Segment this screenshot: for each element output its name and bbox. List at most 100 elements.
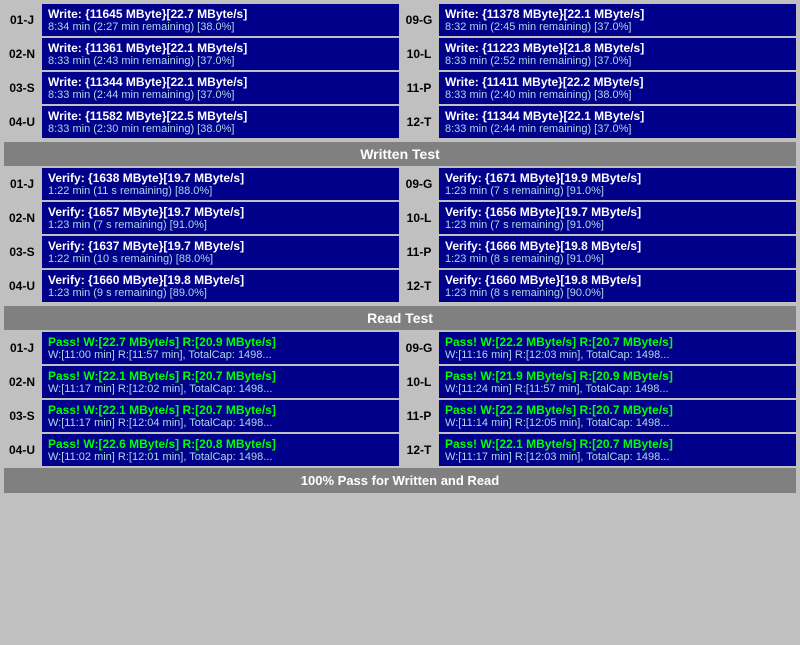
card-line1: Write: {11361 MByte}[22.1 MByte/s] xyxy=(48,41,393,55)
card-line1: Pass! W:[22.1 MByte/s] R:[20.7 MByte/s] xyxy=(445,437,790,451)
card-label: 01-J xyxy=(4,332,40,364)
card-line1: Verify: {1666 MByte}[19.8 MByte/s] xyxy=(445,239,790,253)
card-line2: W:[11:00 min] R:[11:57 min], TotalCap: 1… xyxy=(48,349,393,361)
card-line1: Write: {11344 MByte}[22.1 MByte/s] xyxy=(48,75,393,89)
card-line1: Write: {11645 MByte}[22.7 MByte/s] xyxy=(48,7,393,21)
card-line2: 1:22 min (10 s remaining) [88.0%] xyxy=(48,253,393,265)
card-content: Pass! W:[22.7 MByte/s] R:[20.9 MByte/s]W… xyxy=(42,332,399,364)
card-content: Pass! W:[22.1 MByte/s] R:[20.7 MByte/s]W… xyxy=(439,434,796,466)
card-label: 09-G xyxy=(401,332,437,364)
card-line1: Verify: {1660 MByte}[19.8 MByte/s] xyxy=(48,273,393,287)
card-content: Pass! W:[22.6 MByte/s] R:[20.8 MByte/s]W… xyxy=(42,434,399,466)
card-label: 03-S xyxy=(4,400,40,432)
pass-section: 01-JPass! W:[22.7 MByte/s] R:[20.9 MByte… xyxy=(4,332,796,466)
card-label: 01-J xyxy=(4,4,40,36)
card-row: 12-T Write: {11344 MByte}[22.1 MByte/s]8:… xyxy=(401,106,796,138)
card-row: 11-PWrite: {11411 MByte}[22.2 MByte/s]8:… xyxy=(401,72,796,104)
card-line2: W:[11:14 min] R:[12:05 min], TotalCap: 1… xyxy=(445,417,790,429)
card-line1: Pass! W:[22.7 MByte/s] R:[20.9 MByte/s] xyxy=(48,335,393,349)
card-line1: Pass! W:[22.1 MByte/s] R:[20.7 MByte/s] xyxy=(48,403,393,417)
card-content: Pass! W:[22.1 MByte/s] R:[20.7 MByte/s]W… xyxy=(42,400,399,432)
footer-bar: 100% Pass for Written and Read xyxy=(4,468,796,493)
card-line1: Write: {11582 MByte}[22.5 MByte/s] xyxy=(48,109,393,123)
card-row: 10-LWrite: {11223 MByte}[21.8 MByte/s]8:… xyxy=(401,38,796,70)
card-line2: W:[11:24 min] R:[11:57 min], TotalCap: 1… xyxy=(445,383,790,395)
card-content: Verify: {1638 MByte}[19.7 MByte/s]1:22 m… xyxy=(42,168,399,200)
card-content: Verify: {1656 MByte}[19.7 MByte/s]1:23 m… xyxy=(439,202,796,234)
card-row: 03-SWrite: {11344 MByte}[22.1 MByte/s]8:… xyxy=(4,72,399,104)
card-row: 04-UVerify: {1660 MByte}[19.8 MByte/s]1:… xyxy=(4,270,399,302)
card-line2: 1:23 min (7 s remaining) [91.0%] xyxy=(48,219,393,231)
card-row: 02-NVerify: {1657 MByte}[19.7 MByte/s]1:… xyxy=(4,202,399,234)
card-line2: 8:33 min (2:44 min remaining) [37.0%] xyxy=(48,89,393,101)
card-line1: Write: {11411 MByte}[22.2 MByte/s] xyxy=(445,75,790,89)
card-label: 11-P xyxy=(401,236,437,268)
card-label: 12-T xyxy=(401,106,437,138)
card-row: 01-JVerify: {1638 MByte}[19.7 MByte/s]1:… xyxy=(4,168,399,200)
card-row: 11-PPass! W:[22.2 MByte/s] R:[20.7 MByte… xyxy=(401,400,796,432)
card-content: Write: {11645 MByte}[22.7 MByte/s]8:34 m… xyxy=(42,4,399,36)
card-content: Verify: {1637 MByte}[19.7 MByte/s]1:22 m… xyxy=(42,236,399,268)
card-line1: Verify: {1671 MByte}[19.9 MByte/s] xyxy=(445,171,790,185)
card-line2: 8:33 min (2:52 min remaining) [37.0%] xyxy=(445,55,790,67)
card-row: 12-TPass! W:[22.1 MByte/s] R:[20.7 MByte… xyxy=(401,434,796,466)
card-row: 04-UPass! W:[22.6 MByte/s] R:[20.8 MByte… xyxy=(4,434,399,466)
card-content: Pass! W:[22.2 MByte/s] R:[20.7 MByte/s]W… xyxy=(439,400,796,432)
card-line2: 8:33 min (2:30 min remaining) [38.0%] xyxy=(48,123,393,135)
card-line2: 8:33 min (2:40 min remaining) [38.0%] xyxy=(445,89,790,101)
write-section: 01-JWrite: {11645 MByte}[22.7 MByte/s]8:… xyxy=(4,4,796,166)
card-row: 09-GVerify: {1671 MByte}[19.9 MByte/s]1:… xyxy=(401,168,796,200)
card-content: Pass! W:[22.1 MByte/s] R:[20.7 MByte/s]W… xyxy=(42,366,399,398)
card-content: Pass! W:[21.9 MByte/s] R:[20.9 MByte/s]W… xyxy=(439,366,796,398)
card-label: 09-G xyxy=(401,168,437,200)
card-row: 03-SVerify: {1637 MByte}[19.7 MByte/s]1:… xyxy=(4,236,399,268)
card-content: Write: {11223 MByte}[21.8 MByte/s]8:33 m… xyxy=(439,38,796,70)
card-line2: 1:22 min (11 s remaining) [88.0%] xyxy=(48,185,393,197)
card-label: 10-L xyxy=(401,366,437,398)
card-content: Verify: {1657 MByte}[19.7 MByte/s]1:23 m… xyxy=(42,202,399,234)
card-line2: W:[11:17 min] R:[12:03 min], TotalCap: 1… xyxy=(445,451,790,463)
verify-section: 01-JVerify: {1638 MByte}[19.7 MByte/s]1:… xyxy=(4,168,796,330)
card-content: Write: {11582 MByte}[22.5 MByte/s]8:33 m… xyxy=(42,106,399,138)
card-content: Write: {11378 MByte}[22.1 MByte/s]8:32 m… xyxy=(439,4,796,36)
card-label: 04-U xyxy=(4,434,40,466)
card-label: 02-N xyxy=(4,202,40,234)
card-line2: 1:23 min (7 s remaining) [91.0%] xyxy=(445,219,790,231)
card-row: 03-SPass! W:[22.1 MByte/s] R:[20.7 MByte… xyxy=(4,400,399,432)
card-line1: Pass! W:[22.1 MByte/s] R:[20.7 MByte/s] xyxy=(48,369,393,383)
card-line2: W:[11:02 min] R:[12:01 min], TotalCap: 1… xyxy=(48,451,393,463)
card-content: Write: {11344 MByte}[22.1 MByte/s]8:33 m… xyxy=(42,72,399,104)
card-label: 12-T xyxy=(401,270,437,302)
card-label: 02-N xyxy=(4,366,40,398)
card-line1: Verify: {1637 MByte}[19.7 MByte/s] xyxy=(48,239,393,253)
card-row: 02-NWrite: {11361 MByte}[22.1 MByte/s]8:… xyxy=(4,38,399,70)
card-line2: 8:33 min (2:44 min remaining) [37.0%] xyxy=(445,123,790,135)
written-test-header: Written Test xyxy=(4,142,796,166)
card-line2: 8:34 min (2:27 min remaining) [38.0%] xyxy=(48,21,393,33)
card-line2: W:[11:17 min] R:[12:02 min], TotalCap: 1… xyxy=(48,383,393,395)
card-content: Pass! W:[22.2 MByte/s] R:[20.7 MByte/s]W… xyxy=(439,332,796,364)
card-label: 12-T xyxy=(401,434,437,466)
card-content: Write: {11411 MByte}[22.2 MByte/s]8:33 m… xyxy=(439,72,796,104)
card-label: 11-P xyxy=(401,400,437,432)
card-line1: Pass! W:[22.2 MByte/s] R:[20.7 MByte/s] xyxy=(445,403,790,417)
verify-grid: 01-JVerify: {1638 MByte}[19.7 MByte/s]1:… xyxy=(4,168,796,302)
card-line1: Write: {11344 MByte}[22.1 MByte/s] xyxy=(445,109,790,123)
card-row: 09-GWrite: {11378 MByte}[22.1 MByte/s]8:… xyxy=(401,4,796,36)
write-grid: 01-JWrite: {11645 MByte}[22.7 MByte/s]8:… xyxy=(4,4,796,138)
card-line2: 1:23 min (8 s remaining) [91.0%] xyxy=(445,253,790,265)
card-line1: Pass! W:[21.9 MByte/s] R:[20.9 MByte/s] xyxy=(445,369,790,383)
card-line2: 1:23 min (7 s remaining) [91.0%] xyxy=(445,185,790,197)
card-label: 03-S xyxy=(4,236,40,268)
card-content: Verify: {1671 MByte}[19.9 MByte/s]1:23 m… xyxy=(439,168,796,200)
card-line2: W:[11:16 min] R:[12:03 min], TotalCap: 1… xyxy=(445,349,790,361)
card-line2: 8:32 min (2:45 min remaining) [37.0%] xyxy=(445,21,790,33)
card-line2: 1:23 min (8 s remaining) [90.0%] xyxy=(445,287,790,299)
card-content: Verify: {1666 MByte}[19.8 MByte/s]1:23 m… xyxy=(439,236,796,268)
card-row: 10-LVerify: {1656 MByte}[19.7 MByte/s]1:… xyxy=(401,202,796,234)
card-line2: 8:33 min (2:43 min remaining) [37.0%] xyxy=(48,55,393,67)
card-line1: Write: {11223 MByte}[21.8 MByte/s] xyxy=(445,41,790,55)
card-row: 01-JPass! W:[22.7 MByte/s] R:[20.9 MByte… xyxy=(4,332,399,364)
pass-grid: 01-JPass! W:[22.7 MByte/s] R:[20.9 MByte… xyxy=(4,332,796,466)
card-line1: Verify: {1660 MByte}[19.8 MByte/s] xyxy=(445,273,790,287)
